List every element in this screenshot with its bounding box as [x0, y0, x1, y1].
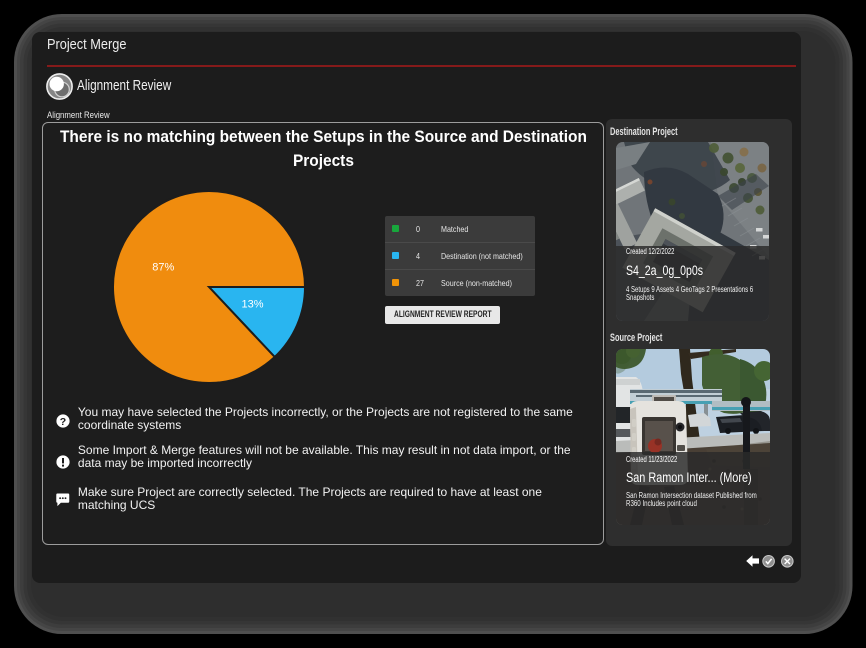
svg-text:87%: 87% [153, 262, 175, 274]
svg-text:13%: 13% [242, 299, 264, 311]
svg-text:?: ? [60, 416, 66, 428]
